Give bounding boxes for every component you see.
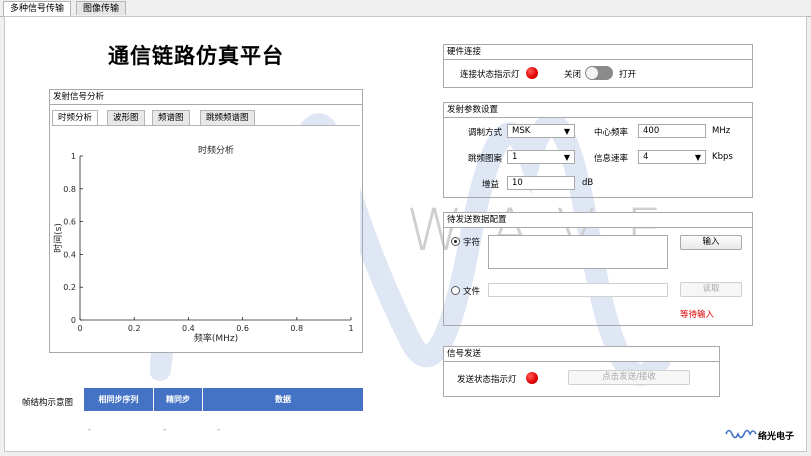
connection-status-label: 连接状态指示灯: [460, 70, 520, 80]
gain-unit: dB: [582, 178, 594, 188]
tab-multi-signal[interactable]: 多种信号传输: [3, 1, 72, 17]
params-panel: 发射参数设置 调制方式 MSK ▼ 中心频率 400 MHz 跳频图案 1 ▼ 信息…: [443, 102, 753, 198]
x-tick-label: 1: [348, 324, 353, 333]
send-status-label: 发送状态指示灯: [457, 375, 517, 385]
modulation-label: 调制方式: [468, 128, 503, 138]
frame-dash-1: -: [88, 425, 92, 435]
info-rate-select[interactable]: 4 ▼: [638, 150, 706, 164]
gain-input[interactable]: 10: [507, 176, 575, 190]
subtab-waveform[interactable]: 波形图: [107, 110, 145, 125]
chevron-down-icon: ▼: [563, 127, 570, 136]
data-status-text: 等待输入: [680, 310, 715, 320]
hop-pattern-select[interactable]: 1 ▼: [507, 150, 575, 164]
subtab-hop-spectrum[interactable]: 跳频频谱图: [200, 110, 255, 125]
center-freq-input[interactable]: 400: [638, 124, 706, 138]
data-config-panel: 待发送数据配置 字符 输入 文件 读取 等待输入: [443, 212, 753, 326]
frame-col-fine-sync: 精同步: [154, 388, 203, 411]
y-tick-label: 1: [71, 152, 76, 161]
x-axis-label: 频率(MHz): [194, 332, 238, 344]
params-panel-title: 发射参数设置: [444, 103, 752, 118]
y-tick-label: 0.2: [63, 283, 76, 292]
frame-col-coarse-sync: 相同步序列: [84, 388, 154, 411]
x-tick-label: 0: [77, 324, 82, 333]
y-tick-label: 0.6: [63, 218, 76, 227]
toggle-knob: [586, 67, 598, 79]
center-freq-label: 中心频率: [594, 128, 629, 138]
input-button[interactable]: 输入: [680, 235, 742, 250]
y-tick-label: 0.8: [63, 185, 76, 194]
send-panel-title: 信号发送: [444, 347, 719, 362]
connection-status-led: [526, 67, 538, 79]
chevron-down-icon: ▼: [694, 153, 701, 162]
connection-toggle[interactable]: [585, 66, 613, 80]
y-tick-label: 0.4: [63, 250, 76, 259]
send-receive-button[interactable]: 点击发送/接收: [568, 370, 690, 385]
time-frequency-chart: 0 0.2 0.4 0.6 0.8 1 0 0.2 0.4 0.6 0.8 1 时频分析频率(MHz) 时…: [52, 144, 354, 344]
hardware-panel: 硬件连接 连接状态指示灯 关闭 打开: [443, 44, 753, 88]
x-tick-label: 0.4: [182, 324, 195, 333]
send-panel: 信号发送 发送状态指示灯 点击发送/接收: [443, 346, 720, 397]
analysis-panel-title: 发射信号分析: [50, 90, 362, 105]
logo-wave-icon: [725, 429, 757, 439]
subtab-spectrum[interactable]: 频谱图: [152, 110, 190, 125]
hardware-panel-title: 硬件连接: [444, 45, 752, 60]
frame-col-data: 数据: [203, 388, 363, 411]
hop-pattern-value: 1: [512, 152, 518, 162]
x-tick-label: 0.2: [128, 324, 141, 333]
file-path-field[interactable]: [488, 283, 668, 297]
x-tick-label: 0.8: [290, 324, 303, 333]
logo-text: 络光电子: [758, 432, 795, 442]
chart-title: 时频分析: [198, 144, 234, 156]
page-title: 通信链路仿真平台: [108, 44, 284, 68]
toggle-on-label: 打开: [619, 70, 637, 80]
frame-structure-label: 帧结构示意图: [22, 398, 74, 408]
info-rate-unit: Kbps: [712, 152, 733, 162]
tab-image-transfer[interactable]: 图像传输: [76, 1, 127, 15]
char-textarea[interactable]: [488, 235, 668, 269]
frame-dash-2: -: [163, 425, 167, 435]
hop-pattern-label: 跳频图案: [468, 154, 503, 164]
y-axis-label: 时间(s): [52, 223, 64, 253]
data-config-panel-title: 待发送数据配置: [444, 213, 752, 228]
file-radio-label: 文件: [463, 287, 481, 297]
info-rate-label: 信息速率: [594, 154, 629, 164]
center-freq-unit: MHz: [712, 126, 731, 136]
frame-dash-3: -: [217, 425, 221, 435]
tab-bar: 多种信号传输 图像传输: [0, 0, 811, 17]
file-radio[interactable]: [451, 286, 460, 295]
y-tick-label: 0: [71, 316, 76, 325]
send-status-led: [526, 372, 538, 384]
chevron-down-icon: ▼: [563, 153, 570, 162]
modulation-value: MSK: [512, 126, 531, 136]
x-tick-label: 0.6: [236, 324, 249, 333]
subtab-time-frequency[interactable]: 时频分析: [52, 110, 99, 126]
modulation-select[interactable]: MSK ▼: [507, 124, 575, 138]
char-radio-label: 字符: [463, 238, 481, 248]
char-radio[interactable]: [451, 237, 460, 246]
toggle-off-label: 关闭: [564, 70, 582, 80]
gain-label: 增益: [482, 180, 500, 190]
read-button[interactable]: 读取: [680, 282, 742, 297]
analysis-subtabs: 时频分析 波形图 频谱图 跳频频谱图: [52, 110, 360, 126]
info-rate-value: 4: [643, 152, 649, 162]
